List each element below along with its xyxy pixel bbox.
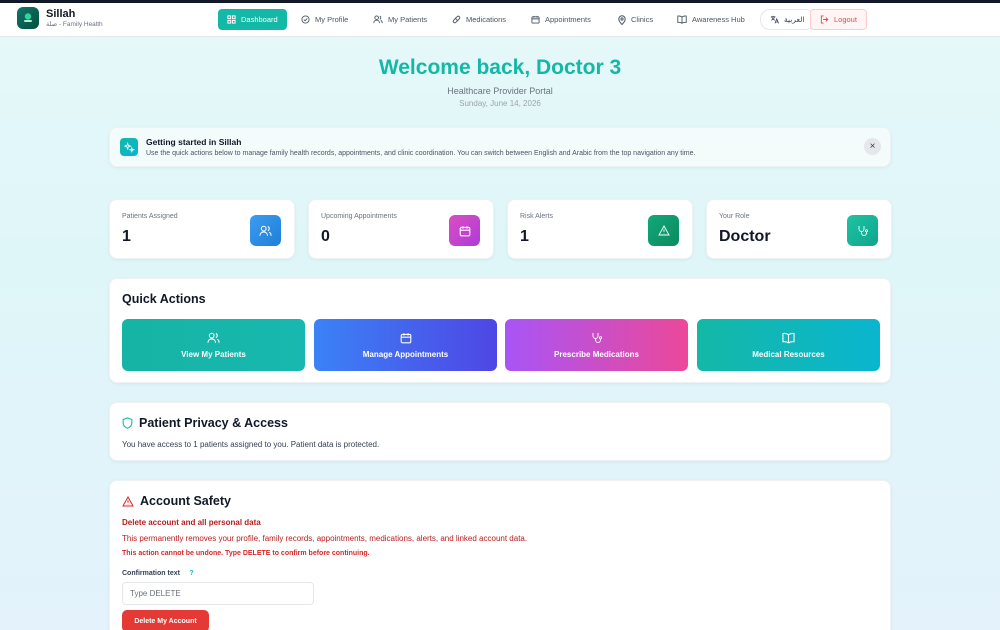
stat-value: Doctor xyxy=(719,228,771,245)
sparkles-icon xyxy=(120,138,138,156)
stat-card-your-role: Your Role Doctor xyxy=(706,199,892,259)
nav-my-profile-label: My Profile xyxy=(315,15,349,24)
banner-text: Use the quick actions below to manage fa… xyxy=(146,150,696,157)
nav-awareness-hub[interactable]: Awareness Hub xyxy=(677,9,745,30)
confirmation-text-input[interactable] xyxy=(122,582,314,605)
view-my-patients-button[interactable]: View My Patients xyxy=(122,319,305,371)
nav-awareness-hub-label: Awareness Hub xyxy=(692,15,745,24)
delete-account-warning: This action cannot be undone. Type DELET… xyxy=(122,550,370,557)
help-icon[interactable]: ? xyxy=(187,569,196,578)
privacy-header: Patient Privacy & Access xyxy=(122,416,288,430)
check-circle-icon xyxy=(301,15,310,24)
nav-appointments[interactable]: Appointments xyxy=(531,9,591,30)
getting-started-banner: Getting started in Sillah Use the quick … xyxy=(109,127,891,167)
prescribe-medications-button[interactable]: Prescribe Medications xyxy=(505,319,688,371)
nav-my-patients-label: My Patients xyxy=(388,15,428,24)
nav-medications-label: Medications xyxy=(466,15,507,24)
language-toggle-button[interactable]: العربية xyxy=(760,9,815,30)
nav-clinics[interactable]: Clinics xyxy=(618,9,653,30)
stat-card-upcoming-appointments: Upcoming Appointments 0 xyxy=(308,199,494,259)
book-icon xyxy=(677,15,687,24)
delete-account-description: This permanently removes your profile, f… xyxy=(122,534,528,543)
nav-medications[interactable]: Medications xyxy=(452,9,506,30)
stat-label: Risk Alerts xyxy=(520,213,554,220)
privacy-title: Patient Privacy & Access xyxy=(139,416,288,430)
patient-privacy-card: Patient Privacy & Access You have access… xyxy=(109,402,891,461)
book-icon xyxy=(782,332,795,344)
quick-actions-card: Quick Actions View My Patients Manage Ap… xyxy=(109,278,891,383)
close-banner-button[interactable]: × xyxy=(864,138,881,155)
nav-appointments-label: Appointments xyxy=(545,15,591,24)
top-navigation: Sillah صلة - Family Health Dashboard My … xyxy=(0,3,1000,37)
nav-clinics-label: Clinics xyxy=(631,15,654,24)
calendar-icon xyxy=(449,215,480,246)
current-date: Sunday, June 14, 2026 xyxy=(459,99,541,108)
banner-title: Getting started in Sillah xyxy=(146,137,242,147)
stat-value: 1 xyxy=(520,228,529,245)
nav-my-profile[interactable]: My Profile xyxy=(301,9,348,30)
sillah-logo xyxy=(17,7,39,29)
pill-icon xyxy=(452,15,461,24)
grid-icon xyxy=(227,15,236,24)
view-my-patients-label: View My Patients xyxy=(181,349,246,359)
portal-subtitle: Healthcare Provider Portal xyxy=(447,86,553,96)
shield-icon xyxy=(122,417,133,429)
manage-appointments-button[interactable]: Manage Appointments xyxy=(314,319,497,371)
stat-label: Your Role xyxy=(719,213,750,220)
close-icon: × xyxy=(869,141,876,152)
brand[interactable]: Sillah صلة - Family Health xyxy=(17,7,103,29)
alert-triangle-icon xyxy=(648,215,679,246)
app-name: Sillah xyxy=(46,7,76,20)
calendar-icon xyxy=(531,15,540,24)
app-subtitle: صلة - Family Health xyxy=(46,20,103,28)
medical-resources-button[interactable]: Medical Resources xyxy=(697,319,880,371)
language-toggle-label: العربية xyxy=(784,15,805,24)
logout-icon xyxy=(820,15,829,24)
quick-actions-title: Quick Actions xyxy=(122,292,206,306)
confirmation-label-text: Confirmation text xyxy=(122,570,180,577)
confirmation-label: Confirmation text ? xyxy=(122,569,196,578)
delete-account-heading: Delete account and all personal data xyxy=(122,518,261,527)
stat-card-patients-assigned: Patients Assigned 1 xyxy=(109,199,295,259)
welcome-heading: Welcome back, Doctor 3 xyxy=(378,56,622,79)
delete-account-button[interactable]: Delete My Account xyxy=(122,610,209,630)
alert-triangle-icon xyxy=(122,495,134,506)
privacy-text: You have access to 1 patients assigned t… xyxy=(122,440,380,449)
users-icon xyxy=(373,15,383,24)
medical-resources-label: Medical Resources xyxy=(752,349,825,359)
logout-label: Logout xyxy=(834,15,857,24)
manage-appointments-label: Manage Appointments xyxy=(362,349,449,359)
stat-label: Patients Assigned xyxy=(122,213,178,220)
safety-header: Account Safety xyxy=(122,494,231,508)
safety-title: Account Safety xyxy=(140,494,231,508)
nav-my-patients[interactable]: My Patients xyxy=(373,9,427,30)
account-safety-card: Account Safety Delete account and all pe… xyxy=(109,480,891,630)
nav-dashboard[interactable]: Dashboard xyxy=(218,9,287,30)
logout-button[interactable]: Logout xyxy=(810,9,867,30)
nav-dashboard-label: Dashboard xyxy=(241,15,278,24)
translate-icon xyxy=(770,15,779,24)
calendar-icon xyxy=(400,332,411,343)
stat-label: Upcoming Appointments xyxy=(321,213,397,220)
stethoscope-icon xyxy=(592,332,602,343)
stat-card-risk-alerts: Risk Alerts 1 xyxy=(507,199,693,259)
stethoscope-icon xyxy=(847,215,878,246)
prescribe-medications-label: Prescribe Medications xyxy=(554,349,639,359)
stat-value: 1 xyxy=(122,228,131,245)
users-icon xyxy=(250,215,281,246)
users-icon xyxy=(207,332,220,343)
stat-value: 0 xyxy=(321,228,330,245)
map-pin-icon xyxy=(618,14,626,25)
